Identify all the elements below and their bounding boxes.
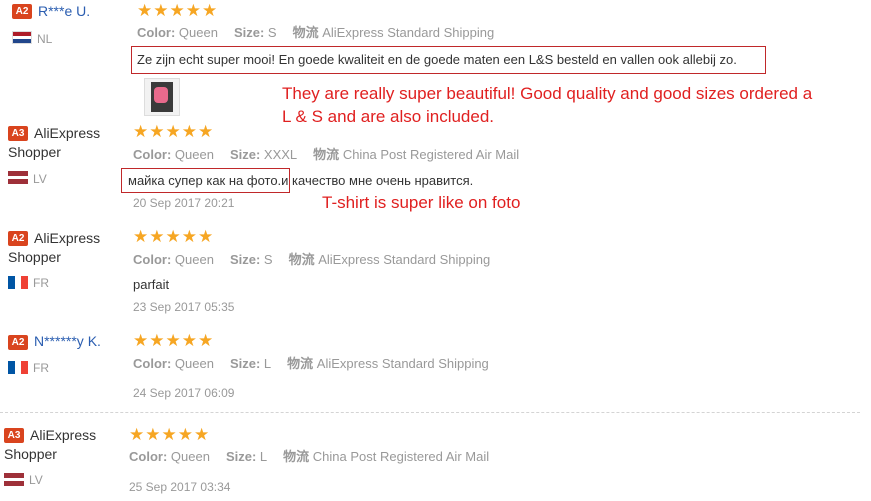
review-date: 25 Sep 2017 03:34 <box>129 480 231 494</box>
buyer-level-badge: A3 <box>4 428 24 443</box>
country-code: LV <box>33 172 47 186</box>
star-icon: ★ <box>149 227 165 246</box>
star-icon: ★ <box>165 122 181 141</box>
translation-annotation: T-shirt is super like on foto <box>322 193 521 212</box>
star-icon: ★ <box>198 227 214 246</box>
review-text: майка супер как на фото.и качество мне о… <box>128 173 474 188</box>
star-icon: ★ <box>198 331 214 350</box>
star-icon: ★ <box>185 1 201 20</box>
flag-fr-icon <box>8 276 28 289</box>
star-icon: ★ <box>181 122 197 141</box>
star-rating: ★ ★ ★ ★ ★ <box>133 122 214 141</box>
star-icon: ★ <box>137 1 153 20</box>
reviewer-name: Shopper <box>8 144 61 160</box>
star-icon: ★ <box>165 227 181 246</box>
reviewer-name: Shopper <box>8 249 61 265</box>
order-details: Color: Queen Size: L 物流 China Post Registe… <box>129 449 490 464</box>
flag-lv-icon <box>4 473 24 486</box>
review-text: parfait <box>133 277 170 292</box>
star-icon: ★ <box>133 227 149 246</box>
star-icon: ★ <box>177 425 193 444</box>
flag-fr-icon <box>8 361 28 374</box>
review-date: 23 Sep 2017 05:35 <box>133 300 235 314</box>
star-icon: ★ <box>133 122 149 141</box>
country-code: FR <box>33 361 49 375</box>
reviewer-name[interactable]: R***e U. <box>38 2 90 21</box>
review-date: 20 Sep 2017 20:21 <box>133 196 235 210</box>
star-icon: ★ <box>149 122 165 141</box>
flag-nl-icon <box>12 31 32 44</box>
review-photo-thumbnail[interactable] <box>144 78 180 116</box>
star-icon: ★ <box>161 425 177 444</box>
star-rating: ★ ★ ★ ★ ★ <box>133 331 214 350</box>
country-code: FR <box>33 276 49 290</box>
star-icon: ★ <box>198 122 214 141</box>
order-details: Color: Queen Size: S 物流 AliExpress Standar… <box>137 25 495 40</box>
order-details: Color: Queen Size: XXXL 物流 China Post Regi… <box>133 147 520 162</box>
country-code: NL <box>37 32 53 46</box>
buyer-level-badge: A3 <box>8 126 28 141</box>
reviewer-name: Shopper <box>4 446 57 462</box>
star-icon: ★ <box>149 331 165 350</box>
reviewer-name[interactable]: N******y K. <box>34 332 101 351</box>
star-icon: ★ <box>194 425 210 444</box>
order-details: Color: Queen Size: L 物流 AliExpress Standar… <box>133 356 489 371</box>
star-icon: ★ <box>181 227 197 246</box>
star-icon: ★ <box>181 331 197 350</box>
reviewer-name: AliExpress <box>34 125 101 141</box>
translation-annotation: They are really super beautiful! Good qu… <box>282 84 813 103</box>
buyer-level-badge: A2 <box>8 335 28 350</box>
star-icon: ★ <box>169 1 185 20</box>
star-icon: ★ <box>133 331 149 350</box>
star-icon: ★ <box>129 425 145 444</box>
star-icon: ★ <box>165 331 181 350</box>
review-date: 24 Sep 2017 06:09 <box>133 386 235 400</box>
divider <box>0 412 860 413</box>
translation-annotation: L & S and are also included. <box>282 107 495 126</box>
star-icon: ★ <box>145 425 161 444</box>
star-rating: ★ ★ ★ ★ ★ <box>129 425 210 444</box>
star-icon: ★ <box>153 1 169 20</box>
buyer-level-badge: A2 <box>8 231 28 246</box>
star-icon: ★ <box>202 1 218 20</box>
order-details: Color: Queen Size: S 物流 AliExpress Standar… <box>133 252 491 267</box>
reviewer-name: AliExpress <box>34 230 101 246</box>
star-rating: ★ ★ ★ ★ ★ <box>137 1 218 20</box>
buyer-level-badge: A2 <box>12 4 32 19</box>
flag-lv-icon <box>8 171 28 184</box>
star-rating: ★ ★ ★ ★ ★ <box>133 227 214 246</box>
review-text: Ze zijn echt super mooi! En goede kwalit… <box>137 52 737 67</box>
country-code: LV <box>29 473 43 487</box>
reviewer-name: AliExpress <box>30 427 97 443</box>
